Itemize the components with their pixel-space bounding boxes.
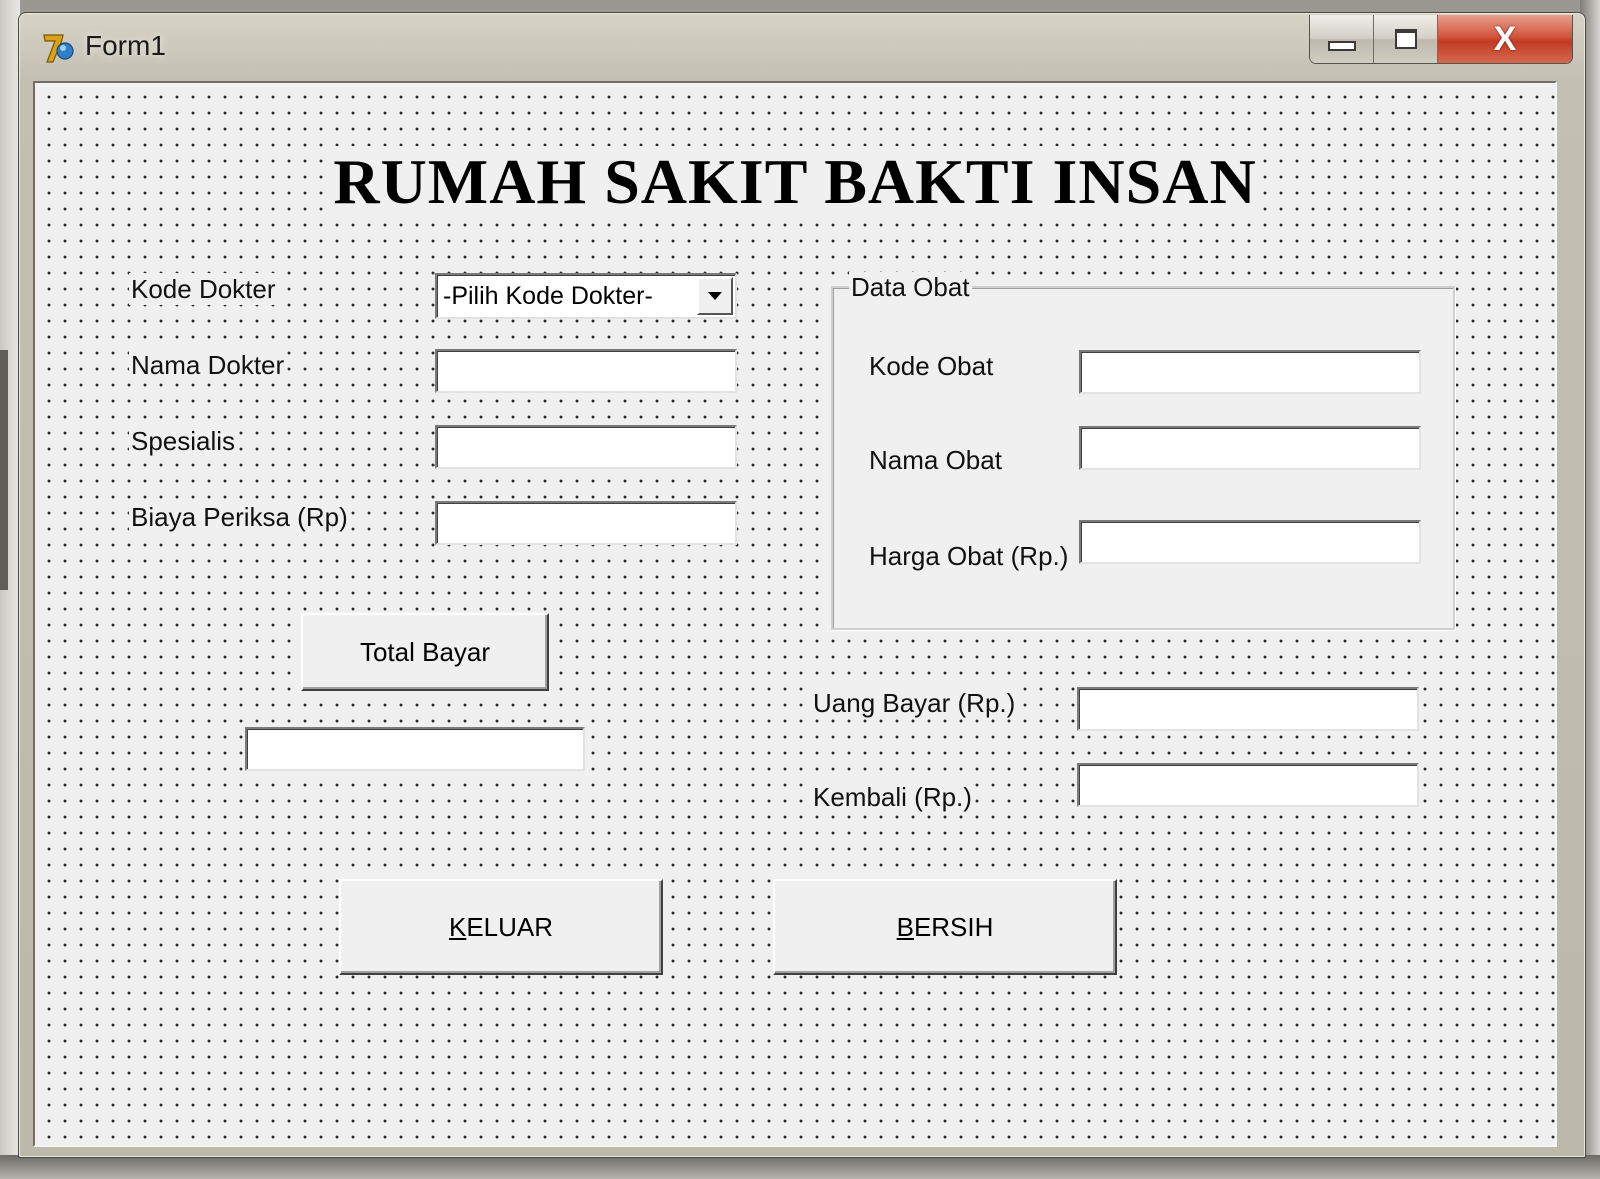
delphi-app-icon	[41, 31, 75, 65]
ide-background-bottom	[0, 1155, 1600, 1179]
close-icon: X	[1493, 20, 1517, 58]
spesialis-label: Spesialis	[129, 425, 238, 457]
ide-background-splitter	[0, 350, 8, 590]
form-window: Form1 X RUMAH SAKIT BAKTI INSAN Kode Dok…	[18, 12, 1586, 1158]
total-bayar-button-label: Total Bayar	[359, 636, 491, 667]
kode-dokter-combobox[interactable]: -Pilih Kode Dokter-	[435, 273, 737, 319]
biaya-periksa-field[interactable]	[435, 501, 737, 545]
chevron-down-icon	[708, 292, 722, 300]
maximize-button[interactable]	[1374, 15, 1438, 63]
close-button[interactable]: X	[1438, 15, 1572, 63]
harga-obat-field[interactable]	[1079, 520, 1421, 564]
minimize-button[interactable]	[1310, 15, 1374, 63]
kode-obat-field[interactable]	[1079, 350, 1421, 394]
spesialis-field[interactable]	[435, 425, 737, 469]
uang-bayar-field[interactable]	[1077, 687, 1419, 731]
nama-dokter-field[interactable]	[435, 349, 737, 393]
nama-obat-label: Nama Obat	[867, 444, 1004, 476]
minimize-icon	[1327, 41, 1356, 51]
maximize-icon	[1394, 29, 1417, 49]
window-title: Form1	[85, 30, 166, 61]
page-title: RUMAH SAKIT BAKTI INSAN	[35, 145, 1555, 219]
keluar-button-label: KELUAR	[448, 911, 554, 942]
nama-obat-field[interactable]	[1079, 426, 1421, 470]
form-client-area: RUMAH SAKIT BAKTI INSAN Kode Dokter -Pil…	[33, 81, 1557, 1147]
biaya-periksa-label: Biaya Periksa (Rp)	[129, 501, 350, 533]
harga-obat-label: Harga Obat (Rp.)	[867, 540, 1071, 572]
data-obat-caption: Data Obat	[849, 272, 972, 302]
kembali-label: Kembali (Rp.)	[811, 781, 974, 813]
kode-dokter-label: Kode Dokter	[129, 273, 278, 305]
bersih-button[interactable]: BERSIH	[773, 879, 1117, 975]
total-bayar-button[interactable]: Total Bayar	[301, 613, 549, 691]
uang-bayar-label: Uang Bayar (Rp.)	[811, 687, 1018, 719]
combobox-dropdown-button[interactable]	[697, 277, 733, 315]
bersih-button-label: BERSIH	[896, 911, 994, 942]
kembali-field[interactable]	[1077, 763, 1419, 807]
keluar-button[interactable]: KELUAR	[339, 879, 663, 975]
kode-dokter-selected: -Pilih Kode Dokter-	[443, 282, 653, 310]
caption-buttons: X	[1309, 15, 1573, 64]
title-bar[interactable]: Form1 X	[19, 13, 1585, 81]
page-title-text: RUMAH SAKIT BAKTI INSAN	[329, 146, 1261, 217]
total-bayar-field[interactable]	[245, 727, 585, 771]
data-obat-groupbox: Data Obat Kode Obat Nama Obat Harga Obat…	[831, 272, 1455, 630]
nama-dokter-label: Nama Dokter	[129, 349, 287, 381]
kode-obat-label: Kode Obat	[867, 350, 996, 382]
